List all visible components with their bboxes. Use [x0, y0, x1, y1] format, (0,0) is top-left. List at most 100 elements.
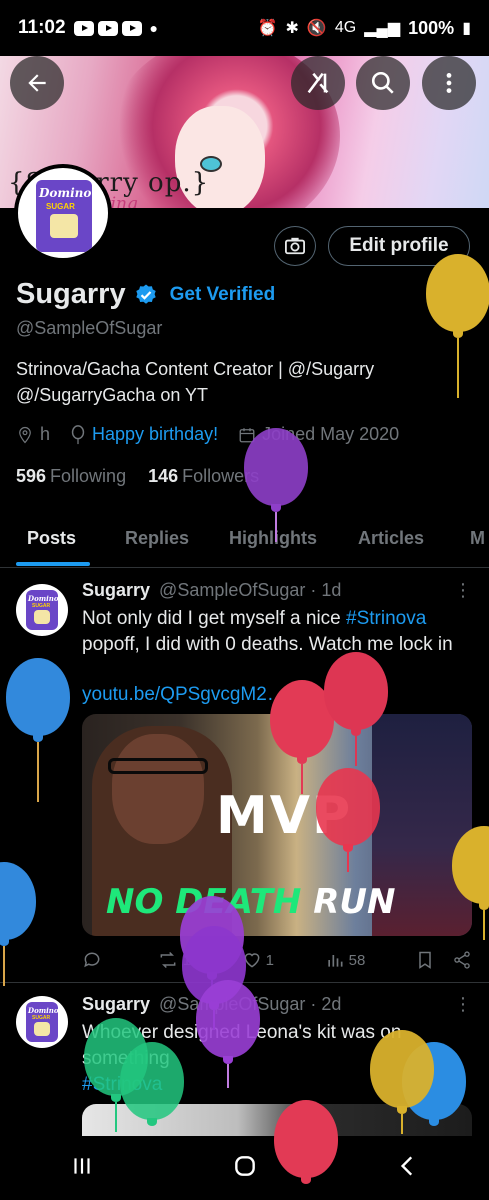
mute-icon: 🔇: [306, 20, 327, 37]
birthday-balloon: [370, 1030, 434, 1134]
back-button[interactable]: [10, 56, 64, 110]
followers-count: 146: [148, 466, 179, 486]
youtube-notification-icon: [121, 20, 142, 36]
avatar-sugar-pack: Domino SUGAR: [36, 180, 92, 252]
birthday-balloon: [426, 254, 489, 398]
avatar-sugar-cube: [50, 214, 78, 238]
status-bar: 11:02 ● ⏰ ✱ 🔇 4G ▂▄▆ 100% ▮: [0, 0, 489, 56]
profile-handle: @SampleOfSugar: [16, 318, 163, 338]
more-vertical-icon: [446, 73, 452, 93]
birthday-balloon: [316, 768, 380, 872]
birthday-balloon: [324, 652, 388, 766]
battery-level: 100%: [408, 17, 455, 38]
post-utility-buttons: [416, 950, 472, 970]
following-count: 596: [16, 466, 47, 486]
thumbnail-caption-white: RUN: [301, 882, 396, 922]
back-nav-button[interactable]: [395, 1153, 421, 1184]
youtube-notification-icon: [73, 20, 94, 36]
signal-icon: ▂▄▆: [364, 20, 401, 37]
tab-replies[interactable]: Replies: [125, 528, 189, 549]
search-icon: [371, 71, 394, 94]
grok-button[interactable]: [291, 56, 345, 110]
avatar-brand: Domino: [39, 186, 92, 200]
recents-button[interactable]: [69, 1153, 95, 1184]
avatar-brand: Domino: [28, 594, 59, 603]
views-count: 58: [348, 951, 366, 969]
get-verified-link[interactable]: Get Verified: [170, 284, 276, 306]
post-avatar[interactable]: Domino SUGAR: [16, 996, 68, 1048]
followers-link[interactable]: 146 Followers: [148, 466, 259, 487]
birthday-balloon: [274, 1100, 338, 1184]
search-button[interactable]: [356, 56, 410, 110]
reply-button[interactable]: [82, 950, 106, 970]
profile-location: h: [40, 424, 51, 444]
reply-icon: [84, 952, 100, 968]
following-link[interactable]: 596 Following: [16, 466, 126, 487]
tab-media[interactable]: M: [470, 528, 485, 549]
share-icon[interactable]: [452, 950, 472, 970]
like-count: 1: [265, 951, 274, 969]
avatar-sugar-cube: [34, 610, 50, 624]
avatar-sugar-cube: [34, 1022, 50, 1036]
avatar-sugar-pack: Domino SUGAR: [26, 1002, 59, 1042]
avatar-sugar-pack: Domino SUGAR: [26, 590, 59, 630]
battery-icon: ▮: [462, 20, 471, 37]
post-time: · 2d: [310, 994, 342, 1014]
post-actions: 1 1 58: [82, 950, 472, 970]
back-icon: [400, 1155, 412, 1176]
post-more-icon[interactable]: ⋮: [454, 580, 472, 601]
avatar-label: SUGAR: [46, 202, 75, 211]
balloon-icon: [71, 424, 85, 444]
system-navigation-bar: [0, 1136, 489, 1200]
bookmark-icon[interactable]: [416, 950, 434, 970]
verified-badge-icon: [134, 283, 158, 307]
birthday-balloon: [452, 826, 489, 940]
thumbnail-head: [112, 734, 204, 844]
birthday-balloon: [0, 862, 36, 986]
birthday-link[interactable]: Happy birthday!: [92, 424, 218, 445]
network-type: 4G: [334, 19, 357, 36]
birthday-balloon: [120, 1042, 184, 1126]
like-button[interactable]: 1: [242, 950, 274, 970]
profile-name: Sugarry: [16, 278, 126, 310]
views-button[interactable]: 58: [325, 950, 366, 970]
post-author[interactable]: Sugarry: [82, 580, 150, 600]
home-icon: [234, 1155, 255, 1176]
home-button[interactable]: [232, 1153, 258, 1184]
post-header: Sugarry @SampleOfSugar · 1d: [82, 580, 341, 601]
grok-icon: [307, 72, 329, 94]
avatar-brand: Domino: [28, 1006, 59, 1015]
recents-icon: [73, 1157, 90, 1174]
profile-name-row: Sugarry Get Verified: [16, 278, 275, 311]
camera-icon: [285, 237, 305, 255]
thumbnail-glasses: [108, 758, 208, 774]
avatar-label: SUGAR: [32, 603, 51, 609]
views-icon: [327, 955, 343, 967]
repost-icon: [160, 951, 176, 969]
tab-articles[interactable]: Articles: [358, 528, 424, 549]
profile-bio: Strinova/Gacha Content Creator | @/Sugar…: [16, 359, 375, 405]
post-avatar[interactable]: Domino SUGAR: [16, 584, 68, 636]
tab-posts[interactable]: Posts: [27, 528, 76, 549]
birthday-balloon: [196, 980, 260, 1088]
active-tab-indicator: [16, 562, 90, 566]
post-text: Not only did I get myself a nice #Strino…: [82, 606, 472, 658]
location-icon: [19, 426, 31, 443]
post-author[interactable]: Sugarry: [82, 994, 150, 1014]
post-more-icon[interactable]: ⋮: [454, 994, 472, 1015]
youtube-notification-icon: [97, 20, 118, 36]
follow-stats: 596 Following 146 Followers: [16, 466, 259, 487]
post-text-part: popoff, I did with 0 deaths. Watch me lo…: [82, 634, 453, 655]
birthday-balloon: [244, 428, 308, 542]
post-link[interactable]: youtu.be/QPSgvcgM2…: [82, 684, 286, 706]
camera-button[interactable]: [274, 226, 316, 266]
profile-meta: h Happy birthday! Joined May 2020: [16, 424, 399, 445]
avatar-label: SUGAR: [32, 1015, 51, 1021]
profile-avatar[interactable]: Domino SUGAR: [14, 164, 112, 262]
thumbnail-caption: NO DEATH RUN: [106, 882, 395, 922]
status-time: 11:02: [18, 17, 66, 38]
post-handle: @SampleOfSugar: [159, 580, 306, 600]
post-hashtag[interactable]: #Strinova: [346, 608, 426, 629]
more-options-button[interactable]: [422, 56, 476, 110]
back-arrow-icon: [28, 74, 46, 92]
